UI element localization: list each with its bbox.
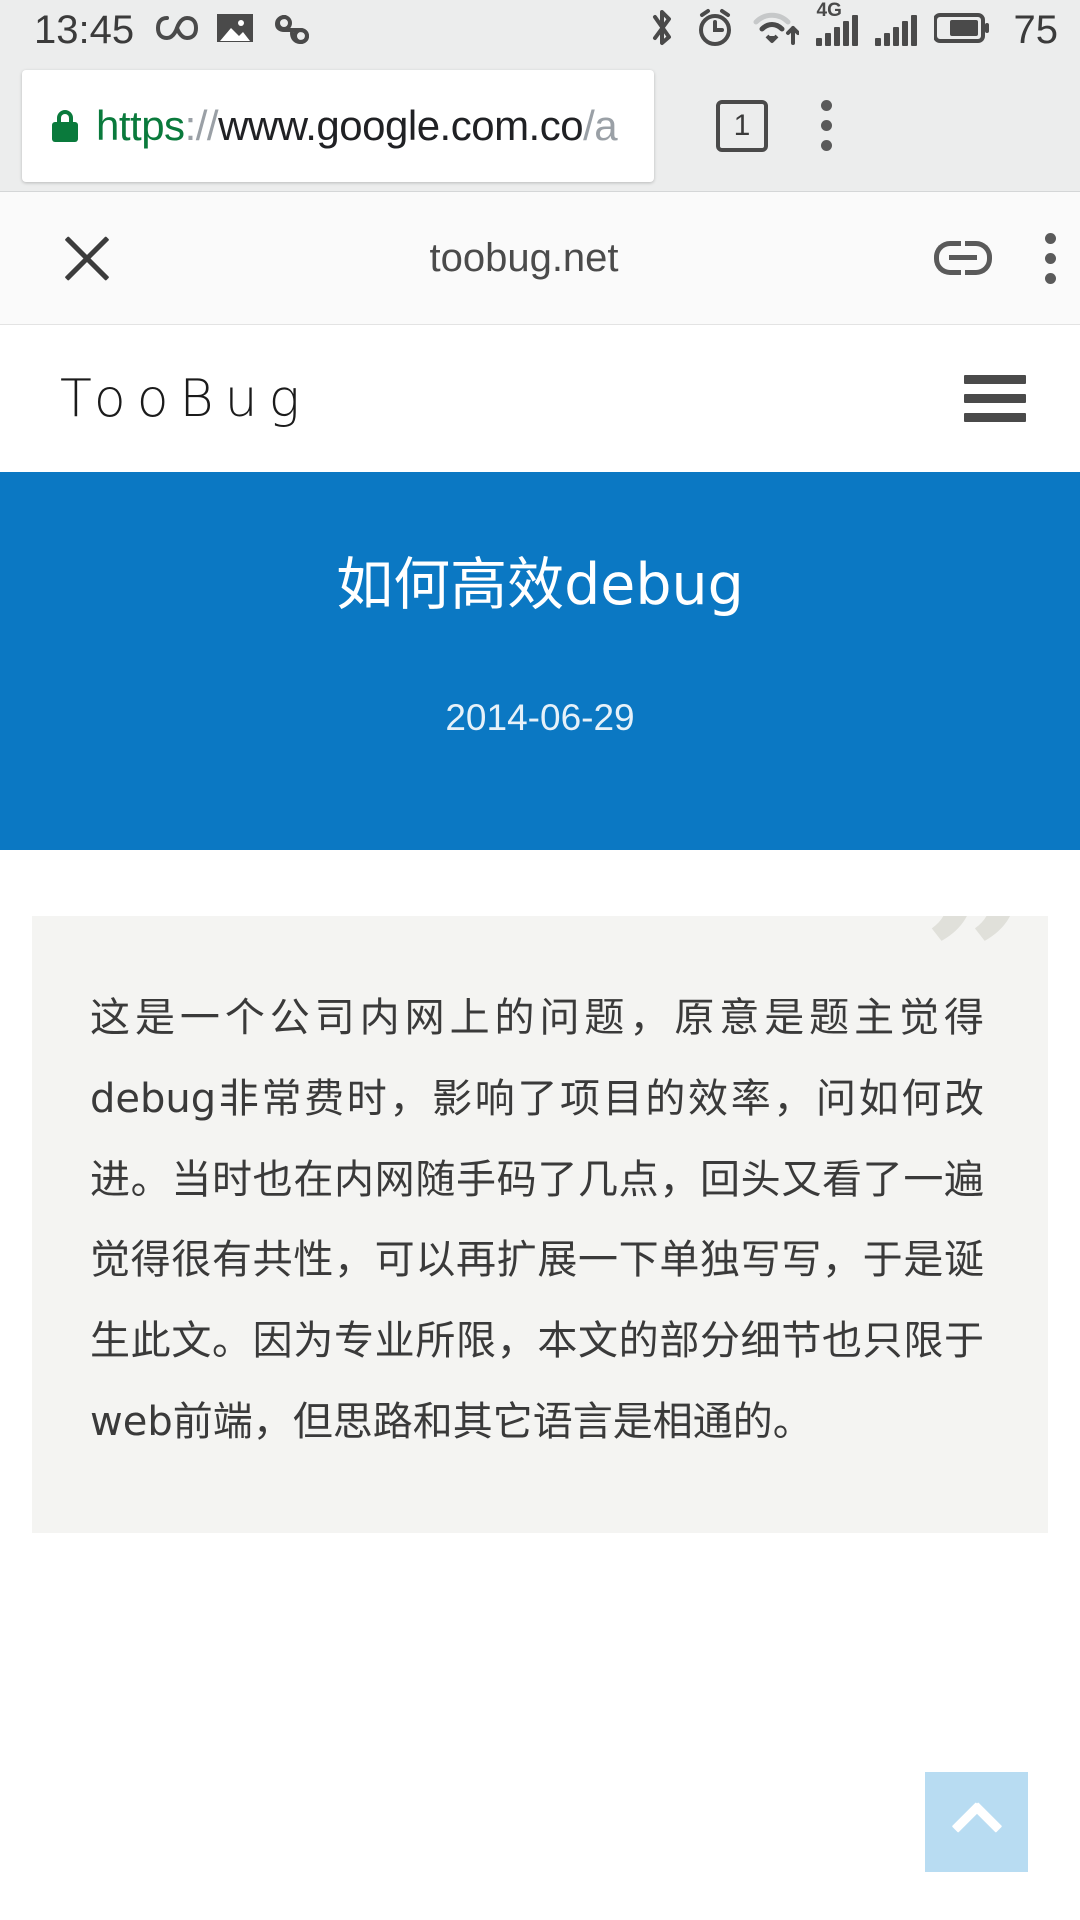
amp-viewer-bar: toobug.net	[0, 192, 1080, 325]
browser-toolbar: https://www.google.com.co/a 1	[0, 60, 1080, 192]
lock-icon	[52, 109, 78, 142]
blockquote-card: ” 这是一个公司内网上的问题，原意是题主觉得debug非常费时，影响了项目的效率…	[32, 916, 1048, 1533]
battery-icon	[932, 12, 990, 49]
bluetooth-icon	[647, 7, 677, 54]
scroll-to-top-button[interactable]	[925, 1772, 1028, 1872]
amp-origin-label: toobug.net	[429, 236, 619, 280]
url-path: /a	[583, 101, 618, 149]
link-icon[interactable]	[934, 238, 992, 278]
infinity-icon	[156, 11, 199, 50]
site-header: TooBug	[0, 325, 1080, 472]
url-host: www.google.com.co	[218, 101, 584, 149]
battery-percent-label: 75	[1013, 8, 1059, 52]
bug-icon	[272, 11, 312, 50]
status-bar-clock: 13:45	[34, 8, 135, 52]
tab-switcher-button[interactable]: 1	[716, 99, 768, 152]
publish-date: 2014-06-29	[445, 697, 635, 739]
image-icon	[216, 11, 254, 50]
status-bar-system-icons: 4G 75	[647, 1, 1059, 54]
chevron-up-icon	[951, 1802, 1002, 1836]
blockquote-text: 这是一个公司内网上的问题，原意是题主觉得debug非常费时，影响了项目的效率，问…	[90, 995, 984, 1445]
network-type-label: 4G	[816, 0, 842, 21]
signal-icon-secondary	[874, 14, 917, 46]
url-separator: ://	[184, 101, 219, 149]
page-title: 如何高效debug	[336, 552, 744, 618]
article-body: ” 这是一个公司内网上的问题，原意是题主觉得debug非常费时，影响了项目的效率…	[0, 850, 1080, 1533]
wifi-icon	[753, 9, 800, 52]
status-bar: 13:45 4G 75	[0, 0, 1080, 60]
signal-icon-4g: 4G	[815, 1, 858, 46]
amp-menu-button[interactable]	[1044, 232, 1056, 284]
alarm-icon	[694, 7, 736, 54]
tab-count-label: 1	[733, 108, 751, 142]
url-scheme: https	[96, 101, 185, 149]
phone-screen: 13:45 4G 75 https://www.google.com.co/a …	[0, 0, 1080, 1920]
address-bar[interactable]: https://www.google.com.co/a	[22, 69, 654, 182]
address-bar-url: https://www.google.com.co/a	[96, 101, 618, 149]
article-hero: 如何高效debug 2014-06-29	[0, 472, 1080, 850]
browser-menu-button[interactable]	[820, 100, 832, 151]
close-icon[interactable]	[60, 231, 114, 285]
status-bar-notification-icons	[156, 11, 312, 50]
site-logo[interactable]: TooBug	[60, 373, 311, 425]
hamburger-icon[interactable]	[964, 375, 1026, 422]
